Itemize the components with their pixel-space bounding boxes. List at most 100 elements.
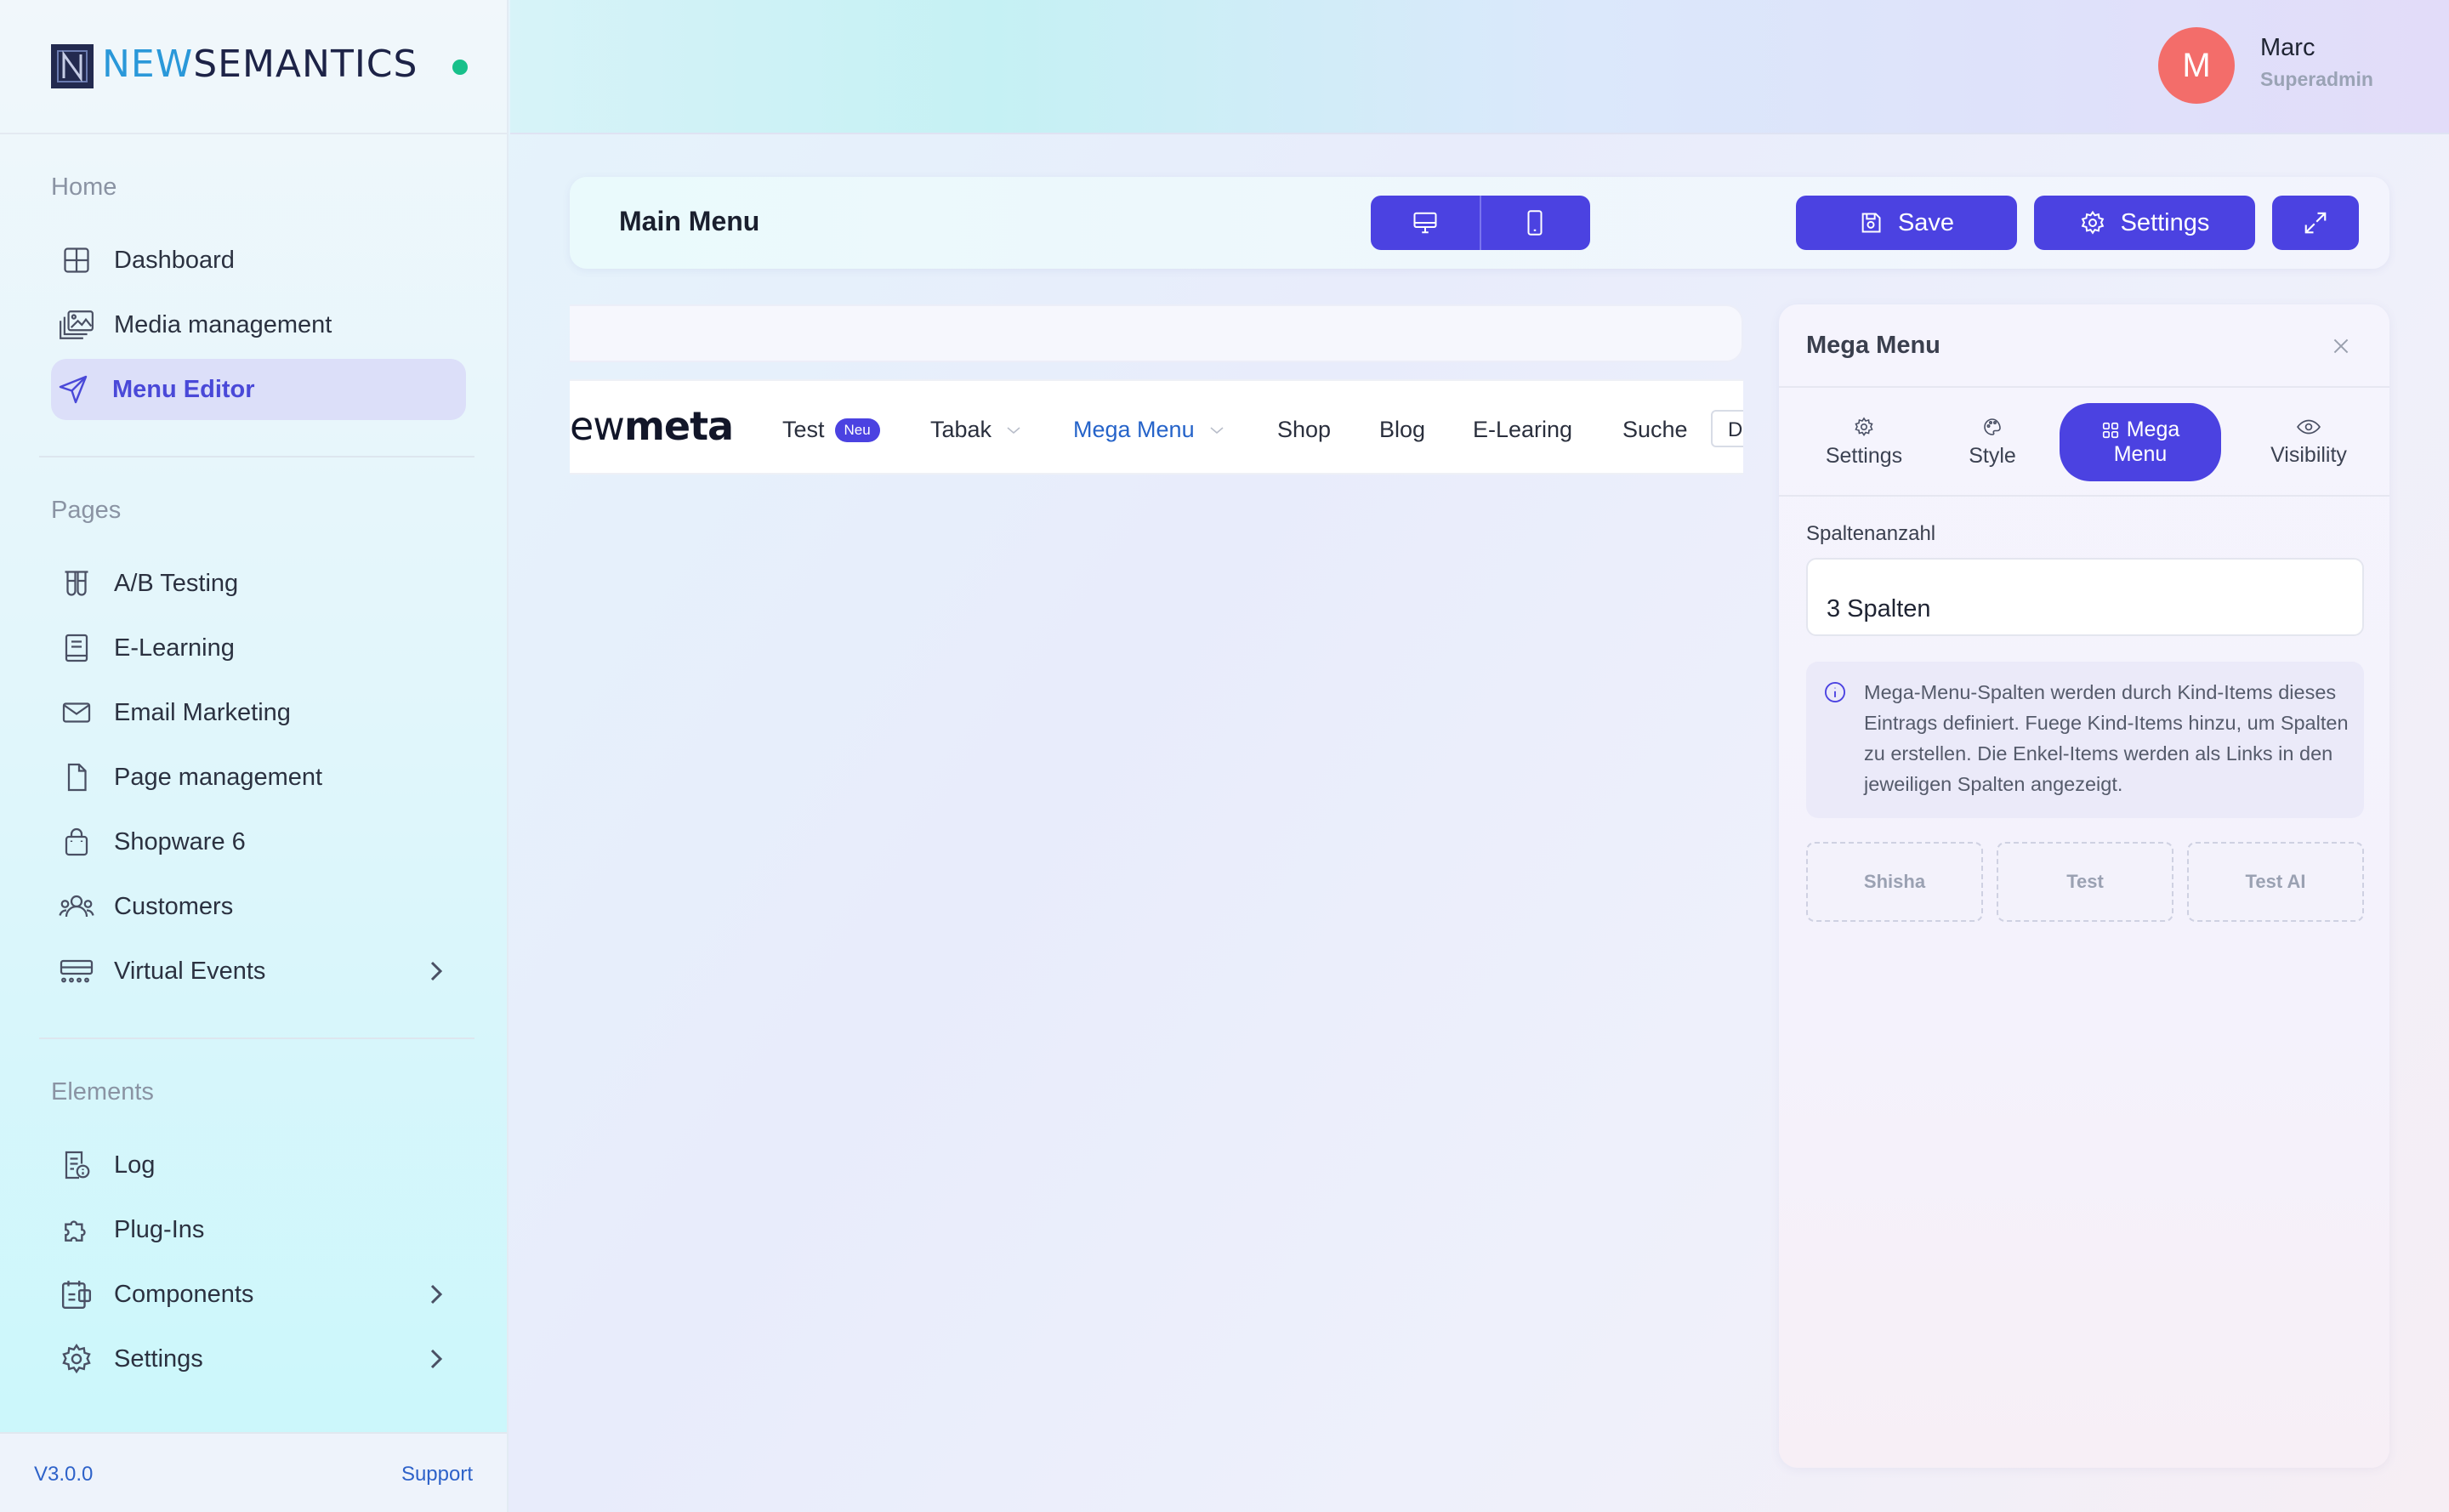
grid-icon	[2102, 422, 2118, 438]
chevron-down-icon	[1210, 426, 1224, 434]
sidebar-item-ab-testing[interactable]: A/B Testing	[51, 553, 466, 614]
sidebar-item-label: Media management	[114, 310, 332, 338]
support-link[interactable]: Support	[401, 1463, 473, 1486]
monitor-icon	[1413, 212, 1437, 234]
test-tubes-icon	[58, 565, 95, 602]
sidebar-item-label: Components	[114, 1280, 254, 1308]
online-status-dot	[452, 60, 468, 75]
brand-header: NEWSEMANTICS	[0, 0, 507, 134]
save-button[interactable]: Save	[1796, 196, 2017, 250]
users-icon	[58, 888, 95, 925]
preview-nav-label: Tabak	[930, 417, 992, 442]
desktop-view-button[interactable]	[1371, 196, 1480, 250]
preview-nav-item-suche[interactable]: Suche	[1622, 417, 1688, 443]
user-name: Marc	[2260, 34, 2315, 61]
save-button-label: Save	[1897, 208, 1955, 236]
tab-settings[interactable]: Settings	[1804, 403, 1923, 481]
preview-top-bar	[570, 304, 1743, 362]
chevron-right-icon	[430, 1284, 443, 1305]
item-settings-panel: Mega Menu Settings Style Mega Menu Visib…	[1779, 304, 2389, 1468]
editor-toolbar: Main Menu Save Settings	[570, 177, 2389, 269]
brand-name-part1: NEW	[102, 43, 194, 86]
page-title: Main Menu	[619, 206, 760, 236]
sidebar-item-page-management[interactable]: Page management	[51, 747, 466, 808]
components-icon	[58, 1276, 95, 1313]
tab-mega-menu[interactable]: Mega Menu	[2060, 403, 2221, 481]
smartphone-icon	[1527, 210, 1543, 236]
sidebar-item-components[interactable]: Components	[51, 1264, 466, 1325]
gear-icon	[1855, 417, 1873, 436]
preview-logo-light: ew	[570, 403, 625, 449]
mail-icon	[58, 694, 95, 731]
column-count-select[interactable]: 3 Spalten	[1806, 558, 2364, 636]
save-icon	[1861, 213, 1881, 233]
sidebar: NEWSEMANTICS Home Dashboard Media manage…	[0, 0, 509, 1512]
tab-mega-menu-row: Mega	[2101, 418, 2179, 442]
gear-icon	[2081, 210, 2104, 235]
gear-icon	[58, 1340, 95, 1378]
chevron-right-icon	[430, 961, 443, 981]
preview-nav-label: Mega Menu	[1073, 417, 1195, 442]
section-label-home: Home	[51, 173, 117, 201]
sidebar-item-shopware-6[interactable]: Shopware 6	[51, 811, 466, 873]
avatar[interactable]: M	[2158, 27, 2235, 104]
sidebar-item-settings[interactable]: Settings	[51, 1328, 466, 1390]
eye-icon	[2297, 419, 2321, 434]
settings-button[interactable]: Settings	[2034, 196, 2255, 250]
device-view-toggle	[1371, 196, 1590, 250]
sidebar-item-customers[interactable]: Customers	[51, 876, 466, 937]
sidebar-item-label: Settings	[114, 1344, 203, 1373]
sidebar-item-e-learning[interactable]: E-Learning	[51, 617, 466, 679]
preview-nav-label: Test	[782, 417, 825, 442]
info-text: Mega-Menu-Spalten werden durch Kind-Item…	[1864, 681, 2349, 795]
sidebar-item-email-marketing[interactable]: Email Marketing	[51, 682, 466, 743]
brand-logo-icon[interactable]	[51, 44, 94, 88]
sidebar-item-label: Customers	[114, 892, 234, 920]
info-icon	[1824, 681, 1846, 703]
section-label-pages: Pages	[51, 497, 122, 524]
sidebar-item-log[interactable]: Log	[51, 1134, 466, 1196]
column-box-test-ai[interactable]: Test AI	[2187, 842, 2364, 922]
close-icon[interactable]	[2330, 335, 2352, 357]
log-icon	[58, 1146, 95, 1184]
info-box: Mega-Menu-Spalten werden durch Kind-Item…	[1806, 662, 2364, 818]
preview-nav-item-tabak[interactable]: Tabak	[930, 417, 1022, 443]
preview-nav-item-test[interactable]: Test Neu	[782, 417, 880, 443]
panel-header: Mega Menu	[1779, 304, 2389, 388]
column-box-test[interactable]: Test	[1997, 842, 2173, 922]
sidebar-item-label: E-Learning	[114, 634, 235, 662]
version-label: V3.0.0	[34, 1463, 94, 1486]
panel-tabs: Settings Style Mega Menu Visibility	[1779, 389, 2389, 497]
column-box-shisha[interactable]: Shisha	[1806, 842, 1983, 922]
preview-nav-item-e-learing[interactable]: E-Learing	[1473, 417, 1572, 443]
chevron-right-icon	[430, 1349, 443, 1369]
book-icon	[58, 629, 95, 667]
preview-nav-label: Blog	[1379, 417, 1426, 442]
tab-label: Settings	[1825, 443, 1903, 468]
brand-name-part2: SEMANTICS	[193, 43, 418, 86]
sidebar-item-dashboard[interactable]: Dashboard	[51, 230, 466, 291]
sidebar-item-plug-ins[interactable]: Plug-Ins	[51, 1199, 466, 1260]
preview-nav-item-blog[interactable]: Blog	[1379, 417, 1425, 443]
sidebar-item-menu-editor[interactable]: Menu Editor	[51, 359, 466, 420]
tab-style[interactable]: Style	[1946, 403, 2039, 481]
tab-visibility[interactable]: Visibility	[2245, 403, 2372, 481]
preview-nav-item-truncated[interactable]: D	[1711, 410, 1743, 447]
sidebar-item-virtual-events[interactable]: Virtual Events	[51, 941, 466, 1002]
sidebar-divider	[39, 1037, 474, 1039]
mobile-view-button[interactable]	[1480, 196, 1588, 250]
preview-nav-item-shop[interactable]: Shop	[1277, 417, 1331, 443]
preview-nav-label: Suche	[1622, 417, 1688, 442]
send-icon	[54, 371, 92, 408]
sidebar-item-media-management[interactable]: Media management	[51, 294, 466, 355]
tab-label: Visibility	[2270, 442, 2347, 467]
settings-button-label: Settings	[2120, 208, 2210, 236]
sidebar-item-label: Dashboard	[114, 246, 235, 274]
brand-name: NEWSEMANTICS	[102, 43, 418, 86]
top-bar: M Marc Superadmin	[510, 0, 2449, 134]
sidebar-item-label: Shopware 6	[114, 827, 246, 855]
preview-nav-item-mega-menu[interactable]: Mega Menu	[1073, 417, 1225, 443]
sidebar-item-label: Log	[114, 1151, 156, 1179]
fullscreen-button[interactable]	[2272, 196, 2359, 250]
column-count-label: Spaltenanzahl	[1806, 522, 1936, 545]
